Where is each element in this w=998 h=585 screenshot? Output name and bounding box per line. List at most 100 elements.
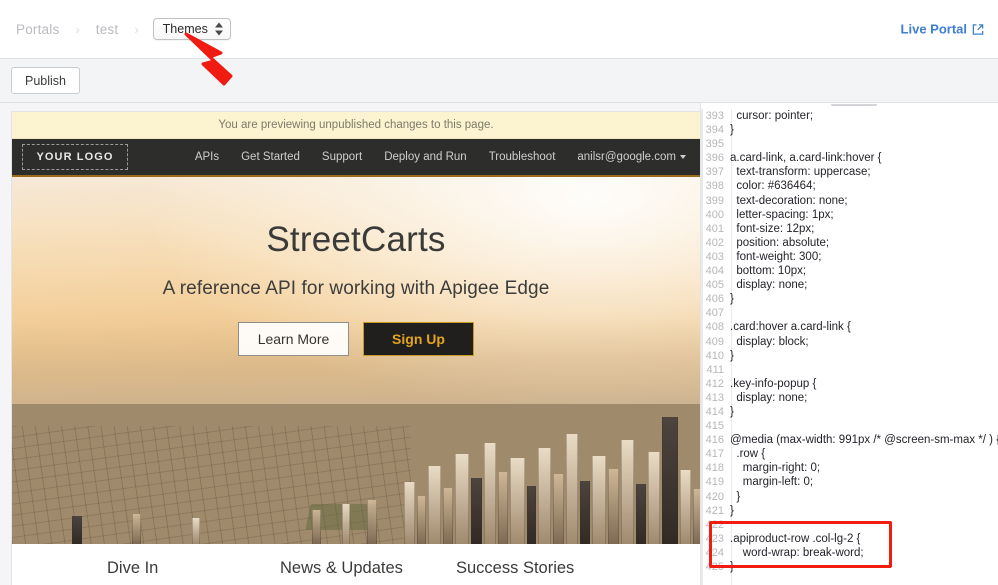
code-line-text[interactable]: }: [730, 405, 998, 419]
code-line[interactable]: 414}: [701, 405, 998, 419]
code-line-text[interactable]: bottom: 10px;: [730, 264, 998, 278]
code-line[interactable]: 396 a.card-link, a.card-link:hover {: [701, 151, 998, 165]
code-line-number: 405: [705, 279, 724, 292]
code-line[interactable]: 403 font-weight: 300;: [701, 250, 998, 264]
themes-dropdown[interactable]: Themes: [152, 18, 231, 40]
code-line[interactable]: 393 cursor: pointer;: [701, 109, 998, 123]
breadcrumb-item-test[interactable]: test: [94, 20, 121, 39]
code-line[interactable]: 398 color: #636464;: [701, 179, 998, 193]
live-portal-link[interactable]: Live Portal: [901, 22, 984, 37]
code-line-number: 417: [705, 448, 724, 461]
code-line-text[interactable]: }: [730, 560, 998, 574]
code-line-number: 411: [706, 363, 724, 376]
code-line[interactable]: 413 display: none;: [701, 391, 998, 405]
code-line[interactable]: 424 word-wrap: break-word;: [701, 546, 998, 560]
code-line-text[interactable]: }: [730, 123, 998, 137]
code-line-text[interactable]: @media (max-width: 991px /* @screen-sm-m…: [730, 433, 998, 447]
code-line[interactable]: 410}: [701, 349, 998, 363]
code-line[interactable]: 420 }: [701, 490, 998, 504]
code-line[interactable]: 400 letter-spacing: 1px;: [701, 208, 998, 222]
code-line-text[interactable]: a.card-link, a.card-link:hover {: [730, 151, 998, 165]
code-line-text[interactable]: color: #636464;: [730, 179, 998, 193]
nav-item-support[interactable]: Support: [311, 151, 373, 163]
code-line[interactable]: 416 @media (max-width: 991px /* @screen-s…: [701, 433, 998, 447]
code-line-text[interactable]: font-size: 12px;: [730, 222, 998, 236]
code-line-text[interactable]: cursor: pointer;: [730, 109, 998, 123]
portal-logo-placeholder[interactable]: YOUR LOGO: [22, 144, 128, 170]
code-line[interactable]: 411: [701, 363, 998, 377]
code-line[interactable]: 401 font-size: 12px;: [701, 222, 998, 236]
hero-content: StreetCarts A reference API for working …: [12, 220, 700, 356]
code-line[interactable]: 407: [701, 306, 998, 320]
code-line[interactable]: 406}: [701, 292, 998, 306]
code-line-text[interactable]: }: [730, 292, 998, 306]
code-line-text[interactable]: .apiproduct-row .col-lg-2 {: [730, 532, 998, 546]
live-portal-label: Live Portal: [900, 21, 967, 37]
code-line-text[interactable]: letter-spacing: 1px;: [730, 208, 998, 222]
editor-code-lines[interactable]: 393 cursor: pointer; 394} 395 396 a.card-lin…: [701, 109, 998, 574]
breadcrumb-item-portals[interactable]: Portals: [14, 20, 61, 39]
code-line-number: 413: [705, 391, 724, 404]
portal-navbar: YOUR LOGO APIs Get Started Support Deplo…: [12, 139, 700, 177]
code-line-text[interactable]: position: absolute;: [730, 236, 998, 250]
code-line[interactable]: 418 margin-right: 0;: [701, 461, 998, 475]
code-line-text[interactable]: display: block;: [730, 335, 998, 349]
nav-item-troubleshoot[interactable]: Troubleshoot: [478, 151, 567, 163]
code-line[interactable]: 399 text-decoration: none;: [701, 194, 998, 208]
code-line-text[interactable]: }: [730, 349, 998, 363]
nav-item-apis[interactable]: APIs: [184, 151, 230, 163]
code-line[interactable]: 394}: [701, 123, 998, 137]
hero-buttons: Learn More Sign Up: [12, 321, 700, 356]
hero-title: StreetCarts: [266, 220, 446, 259]
code-line[interactable]: 397 text-transform: uppercase;: [701, 165, 998, 179]
app-root: Portals › test › Themes Live Portal Publ…: [0, 0, 998, 585]
code-line-number: 418: [705, 462, 724, 475]
nav-item-get-started[interactable]: Get Started: [230, 151, 311, 163]
code-line[interactable]: 412 .key-info-popup {: [701, 377, 998, 391]
portal-preview-frame[interactable]: You are previewing unpublished changes t…: [11, 111, 700, 585]
breadcrumb: Portals › test › Themes: [14, 18, 231, 40]
css-code-editor[interactable]: 393 cursor: pointer; 394} 395 396 a.card-lin…: [700, 103, 998, 585]
code-line[interactable]: 408 .card:hover a.card-link {: [701, 320, 998, 334]
code-line[interactable]: 395: [701, 137, 998, 151]
code-line[interactable]: 417 .row {: [701, 447, 998, 461]
code-line-text[interactable]: text-decoration: none;: [730, 194, 998, 208]
learn-more-button[interactable]: Learn More: [238, 321, 349, 356]
code-line-text[interactable]: }: [730, 504, 998, 518]
code-line-text[interactable]: display: none;: [730, 278, 998, 292]
code-line-text[interactable]: margin-right: 0;: [730, 461, 998, 475]
code-line-text[interactable]: margin-left: 0;: [730, 475, 998, 489]
code-line-text[interactable]: display: none;: [730, 391, 998, 405]
code-line[interactable]: 423 .apiproduct-row .col-lg-2 {: [701, 532, 998, 546]
code-line-text[interactable]: .row {: [730, 447, 998, 461]
code-line[interactable]: 404 bottom: 10px;: [701, 264, 998, 278]
code-line[interactable]: 405 display: none;: [701, 278, 998, 292]
code-line-text[interactable]: font-weight: 300;: [730, 250, 998, 264]
caret-down-icon: [680, 155, 686, 159]
code-line-number: 415: [705, 420, 724, 433]
code-line-text[interactable]: word-wrap: break-word;: [730, 546, 998, 560]
code-line-number: 412: [705, 377, 724, 390]
code-line[interactable]: 402 position: absolute;: [701, 236, 998, 250]
code-line-text[interactable]: text-transform: uppercase;: [730, 165, 998, 179]
code-line[interactable]: 422: [701, 518, 998, 532]
code-line-text[interactable]: .card:hover a.card-link {: [730, 320, 998, 334]
code-line[interactable]: 409 display: block;: [701, 335, 998, 349]
nav-user-menu[interactable]: anilsr@google.com: [566, 151, 694, 163]
nav-item-deploy-and-run[interactable]: Deploy and Run: [373, 151, 477, 163]
code-line[interactable]: 415: [701, 419, 998, 433]
code-line-number: 422: [705, 518, 724, 531]
section-heading-success-stories: Success Stories: [456, 558, 575, 577]
hero-banner: StreetCarts A reference API for working …: [12, 177, 700, 544]
editor-toolbar: Publish: [0, 58, 998, 103]
publish-button[interactable]: Publish: [11, 67, 80, 94]
code-line-text[interactable]: .key-info-popup {: [730, 377, 998, 391]
code-line[interactable]: 421}: [701, 504, 998, 518]
code-line[interactable]: 419 margin-left: 0;: [701, 475, 998, 489]
code-line-number: 404: [705, 265, 724, 278]
code-line-text[interactable]: }: [730, 490, 998, 504]
breadcrumb-bar: Portals › test › Themes Live Portal: [0, 0, 998, 58]
code-line[interactable]: 425}: [701, 560, 998, 574]
external-link-icon: [972, 23, 984, 35]
sign-up-button[interactable]: Sign Up: [363, 321, 474, 356]
